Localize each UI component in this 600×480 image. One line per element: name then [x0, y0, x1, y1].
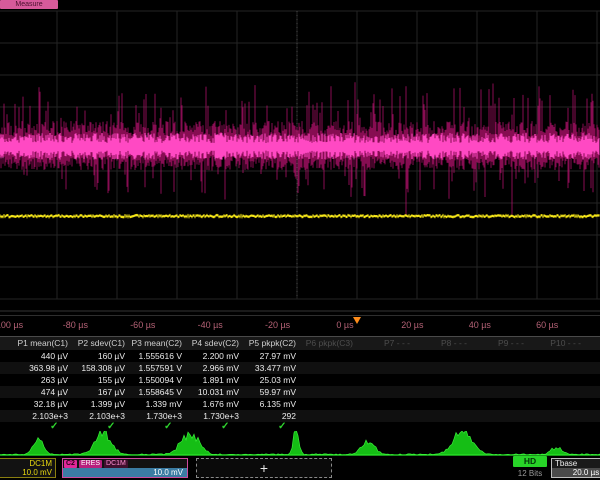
time-axis-label: -20 µs — [256, 320, 300, 330]
c2-name-badge: C2 — [64, 460, 77, 468]
measure-value: 1.891 mV — [185, 374, 239, 386]
measure-value: 1.399 µV — [71, 398, 125, 410]
measure-table-row: 440 µV160 µV1.555616 V2.200 mV27.97 mV — [0, 350, 600, 362]
measure-value: 263 µV — [14, 374, 68, 386]
measure-value: 1.339 mV — [128, 398, 182, 410]
measure-value: 1.730e+3 — [185, 410, 239, 422]
time-axis-label: -40 µs — [188, 320, 232, 330]
measure-param-header[interactable]: P8 - - - — [413, 337, 467, 349]
time-axis-label: -80 µs — [53, 320, 97, 330]
measure-value: 1.550094 V — [128, 374, 182, 386]
measure-value: 1.676 mV — [185, 398, 239, 410]
measure-value: 158.308 µV — [71, 362, 125, 374]
c2-eres-badge: ERES — [79, 460, 102, 468]
measure-value: 33.477 mV — [242, 362, 296, 374]
trace-annotation-chip: Measure — [0, 0, 58, 9]
measure-value: 474 µV — [14, 386, 68, 398]
timebase-value: 20.0 µs — [552, 468, 600, 477]
measure-value: 25.03 mV — [242, 374, 296, 386]
measure-table-row: 32.18 µV1.399 µV1.339 mV1.676 mV6.135 mV — [0, 398, 600, 410]
measure-value: 1.730e+3 — [128, 410, 182, 422]
measure-param-header[interactable]: P1 mean(C1) — [14, 337, 68, 349]
measure-value: 363.98 µV — [14, 362, 68, 374]
timebase-label: Tbase — [552, 459, 600, 468]
measure-value: 2.966 mV — [185, 362, 239, 374]
measure-value: 2.200 mV — [185, 350, 239, 362]
measure-param-header[interactable]: P3 mean(C2) — [128, 337, 182, 349]
measure-param-header[interactable]: P7 - - - — [356, 337, 410, 349]
measure-value: 160 µV — [71, 350, 125, 362]
time-axis-label: -60 µs — [121, 320, 165, 330]
time-axis-label: 20 µs — [390, 320, 434, 330]
timebase-descriptor[interactable]: Tbase 20.0 µs — [551, 458, 600, 478]
measure-param-header[interactable]: P2 sdev(C1) — [71, 337, 125, 349]
trigger-position-marker[interactable] — [353, 317, 361, 324]
measure-value: 2.103e+3 — [71, 410, 125, 422]
time-axis-label: 60 µs — [525, 320, 569, 330]
c2-badge-row: C2 ERES DC1M — [63, 459, 187, 468]
measure-param-header[interactable]: P9 - - - — [470, 337, 524, 349]
measure-value: 440 µV — [14, 350, 68, 362]
measure-value: 32.18 µV — [14, 398, 68, 410]
measure-value: 2.103e+3 — [14, 410, 68, 422]
measure-value: 292 — [242, 410, 296, 422]
measure-value: 167 µV — [71, 386, 125, 398]
measure-table-row: 474 µV167 µV1.558645 V10.031 mV59.97 mV — [0, 386, 600, 398]
c1-scale-value: 10.0 mV — [0, 468, 55, 477]
measure-table-row: 2.103e+32.103e+31.730e+31.730e+3292 — [0, 410, 600, 422]
channel-descriptor-c2[interactable]: C2 ERES DC1M 10.0 mV — [62, 458, 188, 478]
measure-value: 155 µV — [71, 374, 125, 386]
measure-value: 10.031 mV — [185, 386, 239, 398]
waveform-grid-area[interactable] — [0, 0, 600, 316]
add-trace-button[interactable]: + — [196, 458, 332, 478]
c2-scale-value: 10.0 mV — [63, 468, 187, 477]
c1-coupling-label: DC1M — [0, 459, 55, 468]
histogram-trace — [0, 431, 600, 458]
time-axis-label: 40 µs — [458, 320, 502, 330]
c2-coupling-badge: DC1M — [104, 460, 128, 468]
measure-param-header[interactable]: P5 pkpk(C2) — [242, 337, 296, 349]
measure-param-header[interactable]: P4 sdev(C2) — [185, 337, 239, 349]
measure-param-header[interactable]: P6 pkpk(C3) — [299, 337, 353, 349]
measure-value: 27.97 mV — [242, 350, 296, 362]
measure-table: P1 mean(C1)P2 sdev(C1)P3 mean(C2)P4 sdev… — [0, 336, 600, 432]
measure-table-row: 263 µV155 µV1.550094 V1.891 mV25.03 mV — [0, 374, 600, 386]
measure-value: 1.557591 V — [128, 362, 182, 374]
measure-value: 6.135 mV — [242, 398, 296, 410]
channel-descriptor-c1[interactable]: DC1M 10.0 mV — [0, 458, 56, 478]
measure-value: 1.555616 V — [128, 350, 182, 362]
measure-table-row: 363.98 µV158.308 µV1.557591 V2.966 mV33.… — [0, 362, 600, 374]
hd-mode-badge[interactable]: HD — [513, 456, 547, 467]
measure-value: 59.97 mV — [242, 386, 296, 398]
time-axis-label: -100 µs — [0, 320, 30, 330]
hd-bits-label: 12 Bits — [506, 469, 554, 478]
time-axis: -100 µs-80 µs-60 µs-40 µs-20 µs0 µs20 µs… — [0, 315, 600, 336]
measure-value: 1.558645 V — [128, 386, 182, 398]
measure-param-header[interactable]: P10 - - - — [527, 337, 581, 349]
oscilloscope-screen: Measure -100 µs-80 µs-60 µs-40 µs-20 µs0… — [0, 0, 600, 480]
